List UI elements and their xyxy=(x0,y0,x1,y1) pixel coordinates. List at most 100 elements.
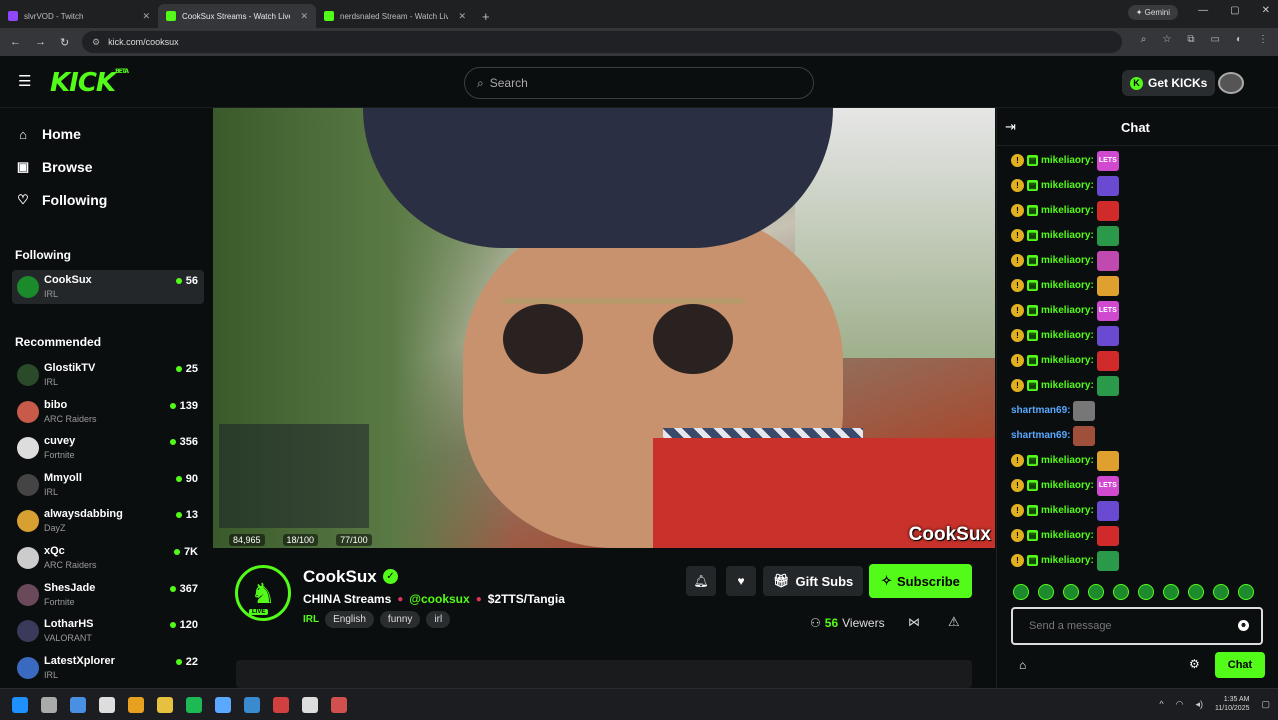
chat-emote[interactable] xyxy=(1096,200,1119,221)
follow-heart-button[interactable]: ♥ xyxy=(726,566,756,596)
browser-menu-icon[interactable]: ⋮ xyxy=(1258,34,1268,45)
chat-message-input[interactable]: Send a message ☻ xyxy=(1011,607,1263,645)
url-bar[interactable]: ⚙ kick.com/cooksux xyxy=(82,31,1122,53)
taskbar-app-icon[interactable] xyxy=(157,697,173,713)
chat-emote[interactable]: LETS xyxy=(1096,475,1119,496)
chat-emote[interactable]: LETS xyxy=(1096,300,1119,321)
profile-icon[interactable]: ◐ xyxy=(1236,34,1242,45)
sidebar-channel-shesjade[interactable]: ShesJade Fortnite 367 xyxy=(12,578,204,612)
reload-icon[interactable]: ↻ xyxy=(60,36,69,49)
quick-emote-icon[interactable] xyxy=(1163,584,1179,600)
chat-username[interactable]: mikeliaory: xyxy=(1041,180,1094,191)
sidebar-channel-alwaysdabbing[interactable]: alwaysdabbing DayZ 13 xyxy=(12,504,204,538)
chat-emote[interactable] xyxy=(1096,175,1119,196)
chat-emote[interactable]: LETS xyxy=(1096,150,1119,171)
chat-emote[interactable] xyxy=(1096,225,1119,246)
site-info-icon[interactable]: ⚙ xyxy=(92,37,100,48)
quick-emote-icon[interactable] xyxy=(1038,584,1054,600)
gift-subs-button[interactable]: 🎁︎ Gift Subs xyxy=(763,566,864,596)
browser-tab[interactable]: CookSux Streams - Watch Live ✕ xyxy=(158,4,316,28)
chat-username[interactable]: mikeliaory: xyxy=(1041,505,1094,516)
chat-username[interactable]: mikeliaory: xyxy=(1041,330,1094,341)
chat-username[interactable]: mikeliaory: xyxy=(1041,255,1094,266)
chat-emote[interactable] xyxy=(1096,250,1119,271)
tag-english[interactable]: English xyxy=(325,611,374,628)
close-window-icon[interactable]: ✕ xyxy=(1262,5,1270,16)
chat-emote[interactable] xyxy=(1096,350,1119,371)
stream-title-handle[interactable]: @cooksux xyxy=(409,592,469,606)
notification-bell-button[interactable]: 🔔︎ xyxy=(686,566,716,596)
sidebar-channel-mmyoll[interactable]: Mmyoll IRL 90 xyxy=(12,468,204,502)
chat-username[interactable]: mikeliaory: xyxy=(1041,530,1094,541)
tab-close-icon[interactable]: ✕ xyxy=(142,11,150,22)
subscribe-button[interactable]: ✧ Subscribe xyxy=(869,564,972,598)
chat-username[interactable]: mikeliaory: xyxy=(1041,355,1094,366)
system-clock[interactable]: 1:35 AM 11/10/2025 xyxy=(1215,695,1250,713)
get-kicks-button[interactable]: K Get KICKs xyxy=(1122,70,1216,96)
report-icon[interactable]: ⚠ xyxy=(948,614,960,630)
quick-emote-icon[interactable] xyxy=(1088,584,1104,600)
taskbar-app-icon[interactable] xyxy=(186,697,202,713)
sidebar-channel-lotharhs[interactable]: LotharHS VALORANT 120 xyxy=(12,614,204,648)
chat-send-button[interactable]: Chat xyxy=(1215,652,1265,678)
chat-username[interactable]: mikeliaory: xyxy=(1041,480,1094,491)
tab-close-icon[interactable]: ✕ xyxy=(458,11,466,22)
new-tab-icon[interactable]: + xyxy=(474,4,498,28)
tab-close-icon[interactable]: ✕ xyxy=(300,11,308,22)
chat-username[interactable]: mikeliaory: xyxy=(1041,230,1094,241)
sidebar-channel-latestxplorer[interactable]: LatestXplorer IRL 22 xyxy=(12,651,204,685)
taskbar-app-icon[interactable] xyxy=(302,697,318,713)
sidebar-channel-xqc[interactable]: xQc ARC Raiders 7K xyxy=(12,541,204,575)
nav-browse[interactable]: ▣ Browse xyxy=(16,159,93,175)
chat-emote[interactable] xyxy=(1096,550,1119,571)
taskbar-app-icon[interactable] xyxy=(273,697,289,713)
sidepanel-icon[interactable]: ▭ xyxy=(1211,34,1220,45)
chat-emote[interactable] xyxy=(1096,325,1119,346)
chat-username[interactable]: mikeliaory: xyxy=(1041,155,1094,166)
quick-emote-icon[interactable] xyxy=(1238,584,1254,600)
search-input[interactable]: ⌕ Search xyxy=(464,67,814,99)
nav-home[interactable]: ⌂ Home xyxy=(16,126,81,142)
tray-chevron-icon[interactable]: ^ xyxy=(1159,699,1163,709)
kick-logo[interactable]: KICKBETA xyxy=(50,68,129,98)
chat-emote[interactable] xyxy=(1096,275,1119,296)
quick-emote-icon[interactable] xyxy=(1013,584,1029,600)
volume-icon[interactable]: ◂) xyxy=(1195,699,1203,710)
emoji-picker-icon[interactable]: ☻ xyxy=(1238,620,1249,631)
maximize-icon[interactable]: ▢ xyxy=(1230,5,1239,16)
chat-emote[interactable] xyxy=(1073,425,1096,446)
collapse-chat-icon[interactable]: ⇥ xyxy=(1005,119,1016,135)
sidebar-channel-glostiktv[interactable]: GlostikTV IRL 25 xyxy=(12,358,204,392)
user-avatar[interactable] xyxy=(1218,72,1244,94)
taskbar-app-icon[interactable] xyxy=(331,697,347,713)
quick-emote-icon[interactable] xyxy=(1188,584,1204,600)
share-icon[interactable]: ⋈ xyxy=(908,615,920,629)
browser-tab[interactable]: slvrVOD - Twitch ✕ xyxy=(0,4,158,28)
zoom-icon[interactable]: ⌕ xyxy=(1141,34,1147,45)
chat-gift-icon[interactable]: ⌂ xyxy=(1019,658,1026,672)
chat-username[interactable]: mikeliaory: xyxy=(1041,455,1094,466)
chat-emote[interactable] xyxy=(1096,450,1119,471)
extensions-icon[interactable]: ⧉ xyxy=(1187,34,1194,45)
chat-settings-icon[interactable]: ⚙ xyxy=(1189,657,1200,671)
sidebar-channel-bibo[interactable]: bibo ARC Raiders 139 xyxy=(12,395,204,429)
quick-emote-icon[interactable] xyxy=(1138,584,1154,600)
taskbar-app-icon[interactable] xyxy=(99,697,115,713)
back-icon[interactable]: ← xyxy=(10,36,21,48)
sidebar-channel-cuvey[interactable]: cuvey Fortnite 356 xyxy=(12,431,204,465)
quick-emote-icon[interactable] xyxy=(1213,584,1229,600)
taskbar-app-icon[interactable] xyxy=(128,697,144,713)
minimize-icon[interactable]: — xyxy=(1198,5,1208,16)
gemini-button[interactable]: ✦ Gemini xyxy=(1127,5,1178,20)
chat-username[interactable]: mikeliaory: xyxy=(1041,380,1094,391)
taskbar-app-icon[interactable] xyxy=(244,697,260,713)
chat-emote[interactable] xyxy=(1096,375,1119,396)
sidebar-channel-cooksux[interactable]: CookSux IRL 56 xyxy=(12,270,204,304)
notifications-icon[interactable]: ▢ xyxy=(1261,699,1270,710)
chat-emote[interactable] xyxy=(1096,525,1119,546)
taskbar-app-icon[interactable] xyxy=(215,697,231,713)
chat-emote[interactable] xyxy=(1096,500,1119,521)
tag-funny[interactable]: funny xyxy=(379,611,421,628)
chat-username[interactable]: mikeliaory: xyxy=(1041,280,1094,291)
windows-start-icon[interactable] xyxy=(12,697,28,713)
